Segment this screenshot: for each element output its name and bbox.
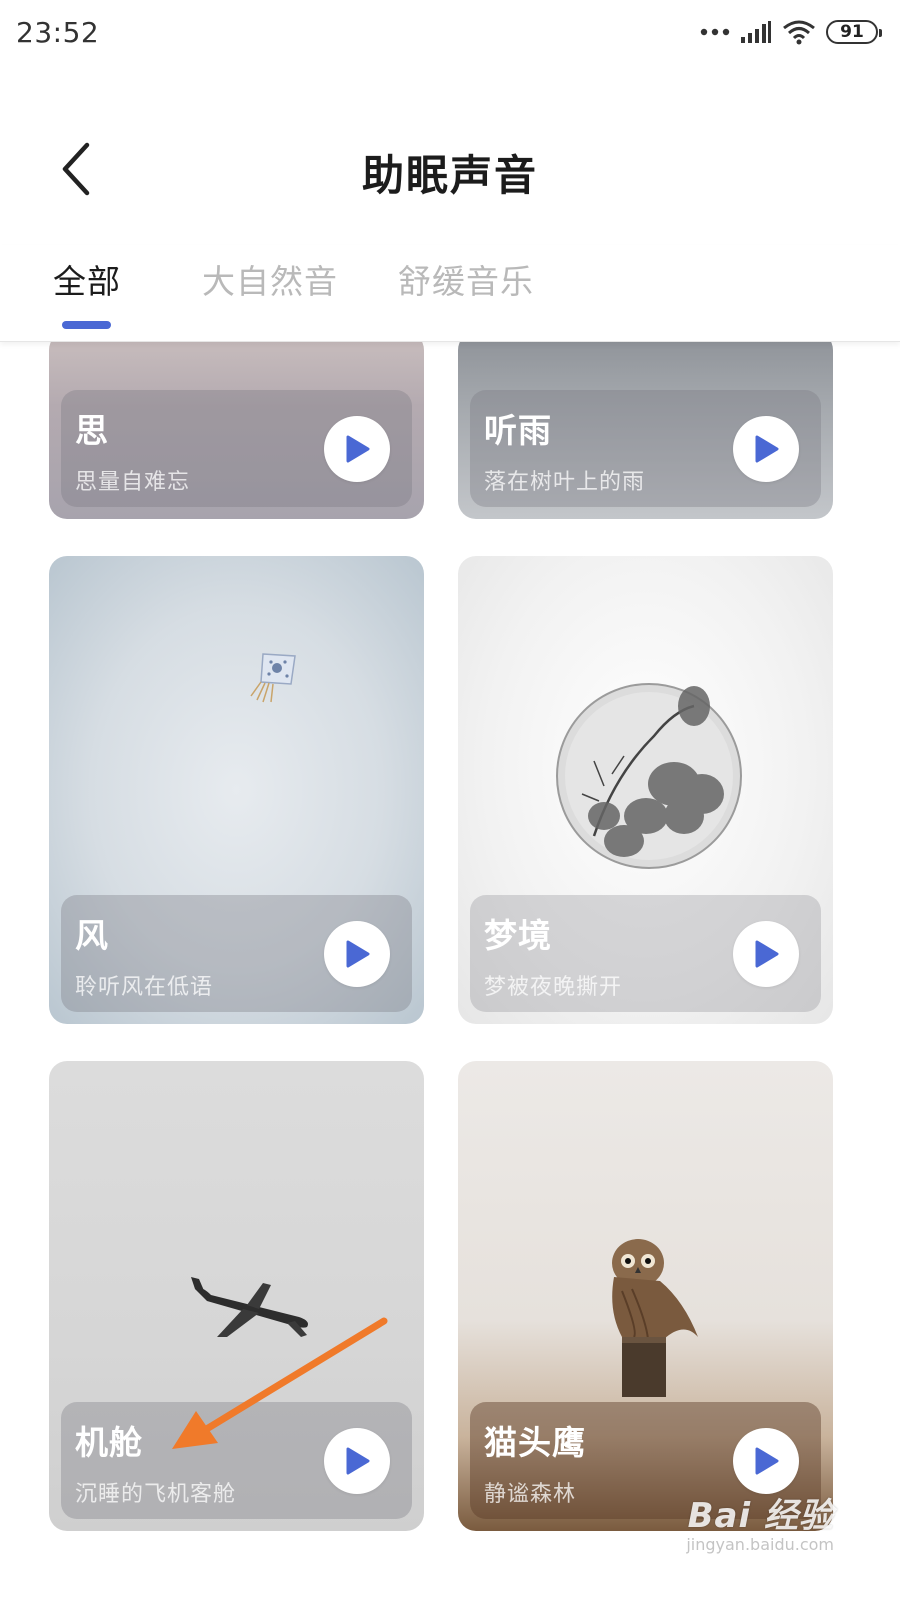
play-button[interactable] xyxy=(733,921,799,987)
battery-icon: 91 xyxy=(826,20,882,44)
sound-card-dream[interactable]: 梦境 梦被夜晚撕开 xyxy=(458,556,833,1024)
watermark-url: jingyan.baidu.com xyxy=(686,1535,834,1554)
battery-level: 91 xyxy=(840,22,864,42)
card-subtitle: 静谧森林 xyxy=(484,1482,577,1507)
watermark: Bai 经验 jingyan.baidu.com xyxy=(686,1488,834,1554)
play-icon xyxy=(755,435,779,463)
signal-icon xyxy=(741,21,771,43)
play-icon xyxy=(346,940,370,968)
card-title: 听雨 xyxy=(484,411,552,450)
sound-card-rain[interactable]: 听雨 落在树叶上的雨 xyxy=(458,342,833,519)
play-icon xyxy=(346,435,370,463)
tab-bar: 全部 大自然音 舒缓音乐 xyxy=(0,245,900,342)
sound-card-wind[interactable]: 风 聆听风在低语 xyxy=(49,556,424,1024)
page-title: 助眠声音 xyxy=(361,151,538,200)
card-title: 风 xyxy=(75,916,109,955)
play-button[interactable] xyxy=(324,416,390,482)
sound-card-si[interactable]: 思 思量自难忘 xyxy=(49,342,424,519)
play-button[interactable] xyxy=(733,416,799,482)
card-info-panel: 思 思量自难忘 xyxy=(61,390,412,507)
card-subtitle: 梦被夜晚撕开 xyxy=(484,975,623,1000)
status-time: 23:52 xyxy=(16,15,100,49)
tab-nature[interactable]: 大自然音 xyxy=(202,255,338,303)
play-button[interactable] xyxy=(733,1428,799,1494)
status-icons: 91 xyxy=(700,19,882,45)
card-info-panel: 风 聆听风在低语 xyxy=(61,895,412,1012)
sound-grid: 思 思量自难忘 听雨 落在树叶上的雨 风 聆听风在低语 梦境 梦被夜晚撕开 机舱… xyxy=(0,342,900,1532)
status-bar: 23:52 91 xyxy=(0,0,900,64)
card-title: 梦境 xyxy=(484,916,552,955)
pressed-flower-image xyxy=(556,683,742,869)
kite-image xyxy=(250,653,296,703)
wifi-icon xyxy=(783,20,815,45)
play-icon xyxy=(755,1447,779,1475)
owl-image xyxy=(612,1239,698,1397)
card-title: 机舱 xyxy=(75,1423,143,1462)
sound-card-cabin[interactable]: 机舱 沉睡的飞机客舱 xyxy=(49,1061,424,1531)
watermark-logo: Bai 经验 xyxy=(687,1496,834,1536)
card-info-panel: 梦境 梦被夜晚撕开 xyxy=(470,895,821,1012)
card-subtitle: 思量自难忘 xyxy=(75,470,191,495)
card-title: 思 xyxy=(75,411,109,450)
play-icon xyxy=(755,940,779,968)
play-button[interactable] xyxy=(324,921,390,987)
card-title: 猫头鹰 xyxy=(484,1423,586,1462)
card-subtitle: 聆听风在低语 xyxy=(75,975,214,1000)
sound-card-owl[interactable]: 猫头鹰 静谧森林 xyxy=(458,1061,833,1531)
tab-indicator xyxy=(62,321,111,329)
tab-all[interactable]: 全部 xyxy=(53,255,121,303)
header: 助眠声音 xyxy=(0,120,900,220)
card-subtitle: 落在树叶上的雨 xyxy=(484,470,646,495)
tab-soothing-music[interactable]: 舒缓音乐 xyxy=(398,255,534,303)
annotation-arrow-icon xyxy=(172,1317,388,1449)
card-info-panel: 听雨 落在树叶上的雨 xyxy=(470,390,821,507)
card-subtitle: 沉睡的飞机客舱 xyxy=(75,1482,237,1507)
more-dots-icon xyxy=(700,28,730,36)
